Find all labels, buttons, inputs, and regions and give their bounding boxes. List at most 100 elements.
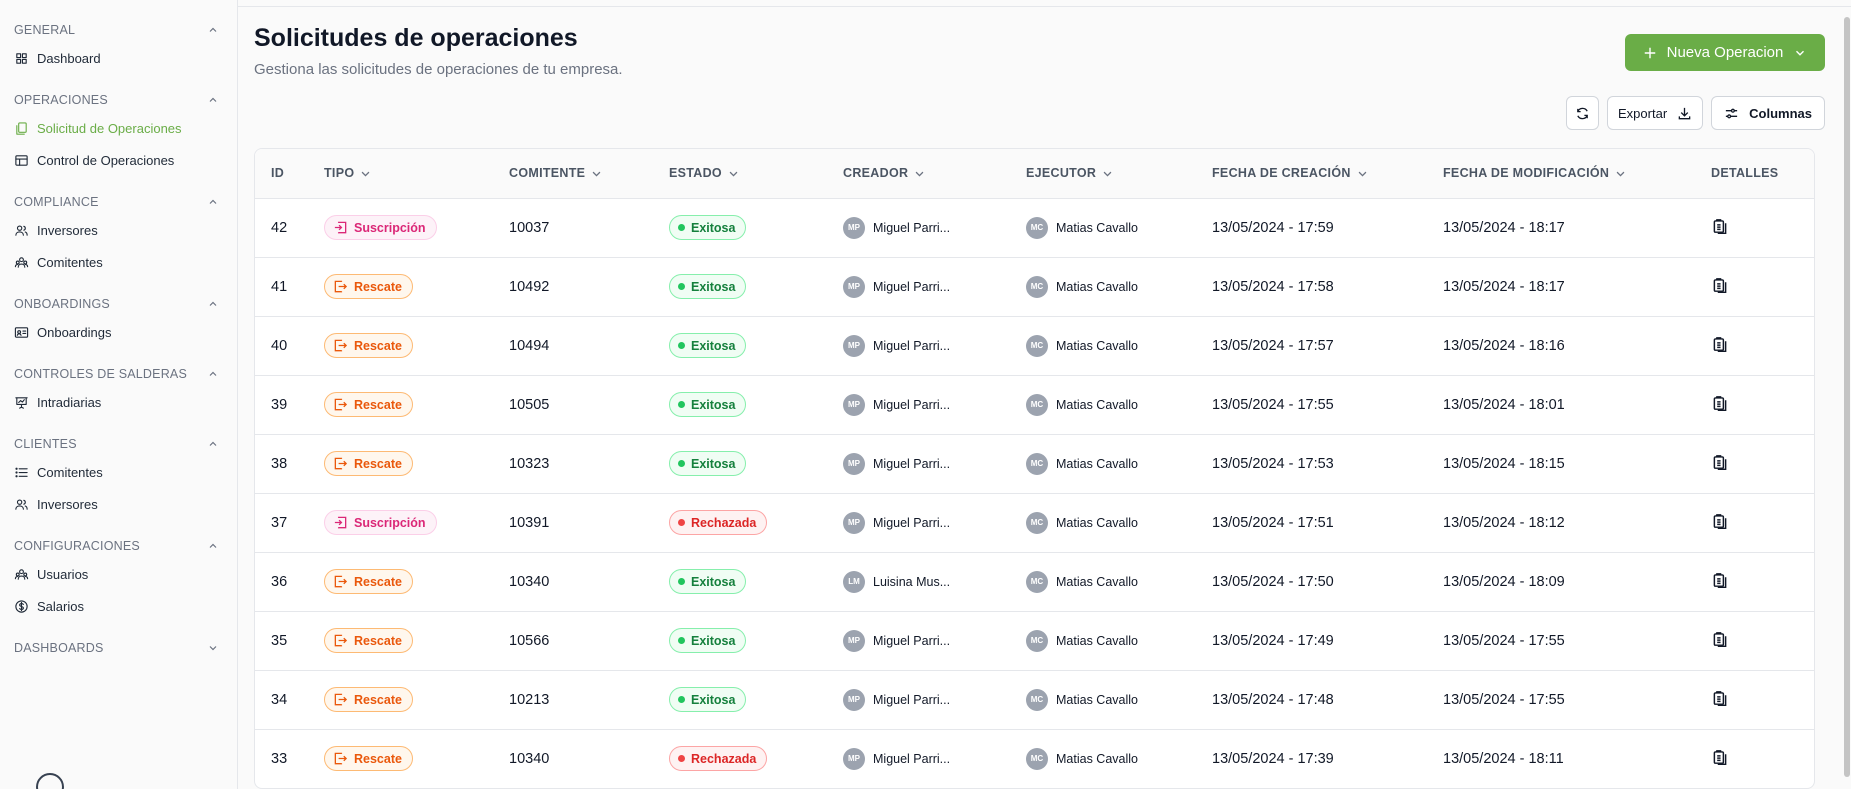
main-content: Solicitudes de operaciones Gestiona las … bbox=[238, 6, 1851, 789]
scrollbar-thumb[interactable] bbox=[1844, 17, 1850, 777]
clipboard-icon[interactable] bbox=[1711, 630, 1729, 648]
chevron-up-icon[interactable] bbox=[207, 196, 219, 208]
cell-comitente: 10037 bbox=[509, 198, 669, 258]
sidebar: GENERAL Dashboard OPERACIONES Solicitud … bbox=[0, 0, 238, 789]
table-row[interactable]: 41 Rescate 10492 Exitosa MP Miguel Parri.… bbox=[255, 257, 1814, 317]
clipboard-icon[interactable] bbox=[1711, 276, 1729, 294]
column-header[interactable]: TIPO bbox=[324, 149, 509, 199]
sidebar-item[interactable]: Inversores bbox=[0, 214, 237, 246]
sidebar-item-label: Usuarios bbox=[37, 566, 89, 582]
column-header[interactable]: EJECUTOR bbox=[1026, 149, 1212, 199]
table-row[interactable]: 35 Rescate 10566 Exitosa MP Miguel Parri.… bbox=[255, 611, 1814, 671]
sidebar-item[interactable]: Usuarios bbox=[0, 558, 237, 590]
column-header[interactable]: CREADOR bbox=[843, 149, 1026, 199]
clipboard-icon[interactable] bbox=[1711, 394, 1729, 412]
cell-comitente: 10505 bbox=[509, 375, 669, 435]
cell-creador: MP Miguel Parri... bbox=[843, 257, 1026, 317]
clipboard-icon[interactable] bbox=[1711, 512, 1729, 530]
chevron-up-icon[interactable] bbox=[207, 94, 219, 106]
clipboard-icon[interactable] bbox=[1711, 748, 1729, 766]
chevron-up-icon[interactable] bbox=[207, 368, 219, 380]
sidebar-section-header[interactable]: CONFIGURACIONES bbox=[0, 534, 237, 558]
tipo-badge: Rescate bbox=[324, 451, 413, 476]
table-row[interactable]: 34 Rescate 10213 Exitosa MP Miguel Parri.… bbox=[255, 670, 1814, 730]
avatar: MC bbox=[1026, 334, 1048, 357]
scrollbar[interactable] bbox=[1843, 17, 1851, 789]
table-row[interactable]: 38 Rescate 10323 Exitosa MP Miguel Parri.… bbox=[255, 434, 1814, 494]
sidebar-item[interactable]: Inversores bbox=[0, 488, 237, 520]
chevron-up-icon[interactable] bbox=[207, 24, 219, 36]
cell-estado: Rechazada bbox=[669, 493, 843, 553]
table-row[interactable]: 33 Rescate 10340 Rechazada MP Miguel Parr… bbox=[255, 729, 1814, 788]
table-row[interactable]: 37 Suscripción 10391 Rechazada MP Miguel … bbox=[255, 493, 1814, 553]
chevron-up-icon[interactable] bbox=[207, 298, 219, 310]
cell-fecha-creacion: 13/05/2024 - 17:58 bbox=[1212, 257, 1443, 317]
clipboard-icon[interactable] bbox=[1711, 689, 1729, 707]
new-operation-button[interactable]: Nueva Operacion bbox=[1625, 34, 1825, 71]
sidebar-item[interactable]: Onboardings bbox=[0, 316, 237, 348]
refresh-icon bbox=[1577, 107, 1588, 119]
table-row[interactable]: 42 Suscripción 10037 Exitosa MP Miguel Pa… bbox=[255, 198, 1814, 258]
table-row[interactable]: 39 Rescate 10505 Exitosa MP Miguel Parri.… bbox=[255, 375, 1814, 435]
status-badge: Rechazada bbox=[669, 510, 768, 535]
table-toolbar: Exportar Columnas bbox=[1566, 96, 1825, 130]
sidebar-item[interactable]: Intradiarias bbox=[0, 386, 237, 418]
column-header-label: CREADOR bbox=[843, 166, 909, 181]
column-header-label: EJECUTOR bbox=[1026, 166, 1097, 181]
creador-name: Miguel Parri... bbox=[873, 456, 951, 471]
cell-creador: MP Miguel Parri... bbox=[843, 375, 1026, 435]
sidebar-item[interactable]: Comitentes bbox=[0, 246, 237, 278]
creador-name: Miguel Parri... bbox=[873, 751, 951, 766]
sidebar-section-header[interactable]: OPERACIONES bbox=[0, 88, 237, 112]
table-row[interactable]: 36 Rescate 10340 Exitosa LM Luisina Mus..… bbox=[255, 552, 1814, 612]
sidebar-section-header[interactable]: ONBOARDINGS bbox=[0, 292, 237, 316]
column-header[interactable]: ESTADO bbox=[669, 149, 843, 199]
chevron-up-icon[interactable] bbox=[207, 438, 219, 450]
column-header[interactable]: FECHA DE MODIFICACIÓN bbox=[1443, 149, 1711, 199]
sidebar-item[interactable]: Solicitud de Operaciones bbox=[0, 112, 237, 144]
chevron-down-icon[interactable] bbox=[207, 642, 219, 654]
sidebar-item-label: Intradiarias bbox=[37, 394, 102, 410]
sidebar-section-header[interactable]: COMPLIANCE bbox=[0, 190, 237, 214]
export-button[interactable]: Exportar bbox=[1607, 96, 1704, 130]
sidebar-item[interactable]: Salarios bbox=[0, 590, 237, 622]
clipboard-icon[interactable] bbox=[1711, 217, 1729, 235]
copy-icon bbox=[16, 121, 27, 135]
clipboard-icon[interactable] bbox=[1711, 453, 1729, 471]
column-header[interactable]: COMITENTE bbox=[509, 149, 669, 199]
cell-id: 42 bbox=[255, 198, 324, 258]
clipboard-icon[interactable] bbox=[1711, 571, 1729, 589]
status-badge: Exitosa bbox=[669, 569, 747, 594]
column-header[interactable]: FECHA DE CREACIÓN bbox=[1212, 149, 1443, 199]
sidebar-item[interactable]: Dashboard bbox=[0, 42, 237, 74]
columns-button[interactable]: Columnas bbox=[1711, 96, 1825, 130]
sidebar-section-header[interactable]: CLIENTES bbox=[0, 432, 237, 456]
cell-ejecutor: MC Matias Cavallo bbox=[1026, 493, 1212, 553]
tipo-label: Rescate bbox=[354, 397, 402, 412]
user-avatar[interactable] bbox=[36, 773, 64, 789]
status-badge: Exitosa bbox=[669, 215, 747, 240]
status-label: Exitosa bbox=[691, 574, 736, 589]
chevron-up-icon[interactable] bbox=[207, 540, 219, 552]
tipo-label: Rescate bbox=[354, 456, 402, 471]
sidebar-section-header[interactable]: CONTROLES DE SALDERAS bbox=[0, 362, 237, 386]
sidebar-item[interactable]: Control de Operaciones bbox=[0, 144, 237, 176]
cell-creador: MP Miguel Parri... bbox=[843, 434, 1026, 494]
sidebar-section-header[interactable]: GENERAL bbox=[0, 18, 237, 42]
sidebar-section-header[interactable]: DASHBOARDS bbox=[0, 636, 237, 660]
refresh-button[interactable] bbox=[1566, 96, 1600, 130]
cell-ejecutor: MC Matias Cavallo bbox=[1026, 670, 1212, 730]
table-row[interactable]: 40 Rescate 10494 Exitosa MP Miguel Parri.… bbox=[255, 316, 1814, 376]
cell-comitente: 10566 bbox=[509, 611, 669, 671]
ejecutor-name: Matias Cavallo bbox=[1056, 338, 1138, 353]
clipboard-icon[interactable] bbox=[1711, 335, 1729, 353]
column-header-label: FECHA DE MODIFICACIÓN bbox=[1443, 166, 1610, 181]
cell-detalles bbox=[1711, 375, 1814, 435]
sidebar-item[interactable]: Comitentes bbox=[0, 456, 237, 488]
sidebar-section: CLIENTES Comitentes Inversores bbox=[0, 432, 237, 520]
table-icon bbox=[15, 154, 28, 166]
status-dot bbox=[678, 755, 685, 763]
cell-id: 37 bbox=[255, 493, 324, 553]
status-badge: Exitosa bbox=[669, 628, 747, 653]
cell-id: 36 bbox=[255, 552, 324, 612]
